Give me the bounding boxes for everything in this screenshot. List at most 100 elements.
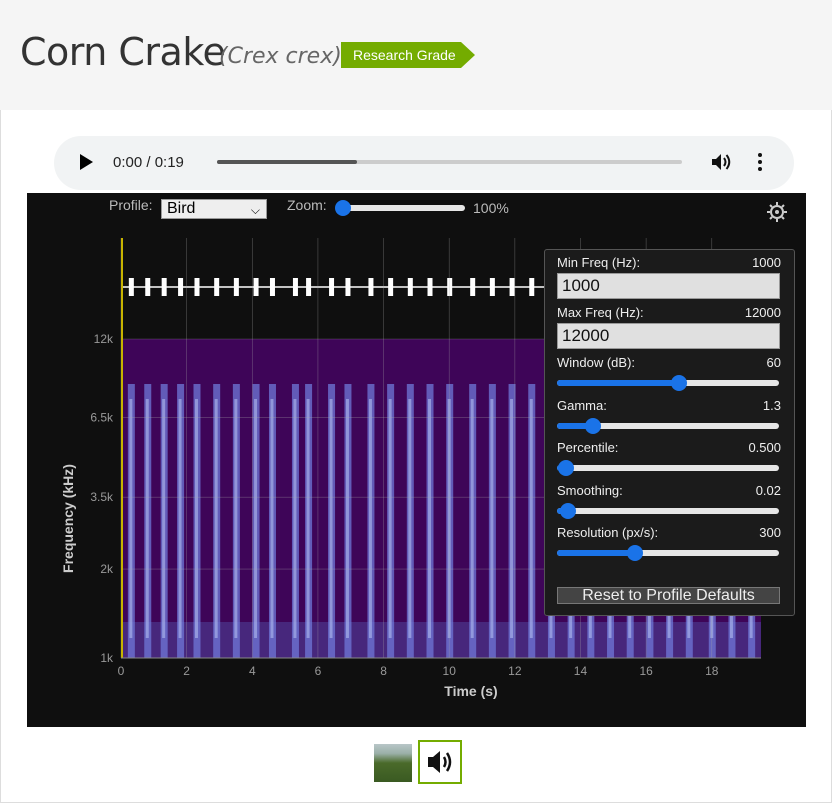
volume-icon[interactable]: [711, 153, 733, 171]
spectrogram-call-core: [329, 399, 333, 638]
max-freq-input[interactable]: 12000: [557, 323, 780, 349]
resolution-slider-knob[interactable]: [626, 545, 643, 561]
waveform-pulse: [253, 278, 259, 296]
x-tick-label: 10: [443, 664, 457, 678]
waveform-pulse: [145, 278, 151, 296]
gamma-slider-knob[interactable]: [584, 418, 601, 434]
waveform-pulse: [329, 278, 335, 296]
waveform-pulse: [368, 278, 374, 296]
min-freq-input[interactable]: 1000: [557, 273, 780, 299]
x-tick-label: 14: [574, 664, 588, 678]
spectrogram-call-core: [368, 399, 372, 638]
species-common-name: Corn Crake: [20, 30, 226, 74]
spectrogram-call-core: [306, 399, 310, 638]
play-icon[interactable]: [80, 154, 93, 170]
percentile-value: 0.500: [748, 440, 781, 455]
more-vertical-icon[interactable]: [752, 152, 768, 172]
photo-thumbnail[interactable]: [374, 744, 412, 782]
spectrogram-call: [177, 384, 185, 658]
spectrogram-call: [344, 384, 352, 658]
chevron-down-icon: ⌵: [250, 203, 260, 217]
spectrogram-call-core: [388, 399, 392, 638]
waveform-pulse: [214, 278, 220, 296]
spectrogram-call: [127, 384, 135, 658]
profile-label: Profile:: [109, 197, 153, 213]
reset-defaults-button[interactable]: Reset to Profile Defaults: [557, 587, 780, 604]
profile-select-value: Bird: [167, 200, 196, 217]
spectrogram-call-core: [254, 399, 258, 638]
profile-select[interactable]: Bird ⌵: [161, 199, 267, 219]
window-row: Window (dB): 60: [557, 355, 781, 370]
spectrogram-call-core: [145, 399, 149, 638]
waveform-pulse: [161, 278, 167, 296]
window-slider-fill: [557, 380, 680, 386]
percentile-slider-knob[interactable]: [557, 460, 574, 476]
window-label: Window (dB):: [557, 355, 636, 370]
spectrogram-call-core: [428, 399, 432, 638]
spectrogram-call: [160, 384, 168, 658]
spectrogram-call-core: [345, 399, 349, 638]
percentile-slider[interactable]: [557, 460, 779, 476]
x-tick-label: 2: [183, 664, 190, 678]
spectrogram-call-core: [490, 399, 494, 638]
waveform-pulse: [489, 278, 495, 296]
x-tick-label: 16: [639, 664, 653, 678]
spectrogram-settings-panel: Min Freq (Hz): 1000 1000 Max Freq (Hz): 12…: [544, 249, 795, 616]
max-freq-row: Max Freq (Hz): 12000: [557, 305, 781, 320]
audio-progress-bar[interactable]: [217, 160, 682, 164]
resolution-row: Resolution (px/s): 300: [557, 525, 781, 540]
min-freq-label: Min Freq (Hz):: [557, 255, 641, 270]
waveform-pulse: [470, 278, 476, 296]
species-scientific-name: (Crex crex): [219, 44, 342, 69]
speaker-icon: [428, 751, 452, 773]
max-freq-label: Max Freq (Hz):: [557, 305, 644, 320]
spectrogram-call-core: [270, 399, 274, 638]
quality-grade-badge: Research Grade: [341, 42, 475, 68]
x-tick-label: 8: [380, 664, 387, 678]
waveform-pulse: [345, 278, 351, 296]
waveform-pulse: [388, 278, 394, 296]
spectrogram-call: [426, 384, 434, 658]
gamma-row: Gamma: 1.3: [557, 398, 781, 413]
smoothing-label: Smoothing:: [557, 483, 623, 498]
x-tick-label: 12: [508, 664, 522, 678]
window-slider-knob[interactable]: [671, 375, 688, 391]
spectrogram-call: [469, 384, 477, 658]
window-slider[interactable]: [557, 375, 779, 391]
zoom-slider-knob[interactable]: [335, 200, 351, 216]
waveform-pulse: [427, 278, 433, 296]
x-tick-label: 18: [705, 664, 719, 678]
gamma-slider[interactable]: [557, 418, 779, 434]
waveform-pulse: [306, 278, 312, 296]
spectrogram-call: [328, 384, 336, 658]
gear-icon[interactable]: [766, 201, 788, 223]
resolution-slider[interactable]: [557, 545, 779, 561]
smoothing-row: Smoothing: 0.02: [557, 483, 781, 498]
spectrogram-call-core: [214, 399, 218, 638]
y-axis-title: Frequency (kHz): [60, 464, 76, 573]
spectrogram-low-band: [121, 622, 761, 658]
spectrogram-call: [213, 384, 221, 658]
waveform-pulse: [128, 278, 134, 296]
smoothing-slider[interactable]: [557, 503, 779, 519]
spectrogram-call-core: [529, 399, 533, 638]
spectrogram-call: [268, 384, 276, 658]
spectrogram-call-core: [470, 399, 474, 638]
sound-media-button[interactable]: [418, 740, 462, 784]
smoothing-slider-knob[interactable]: [560, 503, 577, 519]
x-axis-title: Time (s): [444, 683, 497, 699]
waveform-pulse: [269, 278, 275, 296]
y-tick-label: 2k: [100, 562, 114, 576]
spectrogram-call: [144, 384, 152, 658]
spectrogram-call: [446, 384, 454, 658]
spectrogram-call: [387, 384, 395, 658]
resolution-slider-fill: [557, 550, 635, 556]
spectrogram-call-core: [129, 399, 133, 638]
zoom-slider[interactable]: [335, 200, 465, 216]
resolution-label: Resolution (px/s):: [557, 525, 659, 540]
window-value: 60: [766, 355, 781, 370]
spectrogram-call-core: [194, 399, 198, 638]
audio-time: 0:00 / 0:19: [113, 154, 184, 171]
waveform-pulse: [194, 278, 200, 296]
spectrogram-call: [488, 384, 496, 658]
